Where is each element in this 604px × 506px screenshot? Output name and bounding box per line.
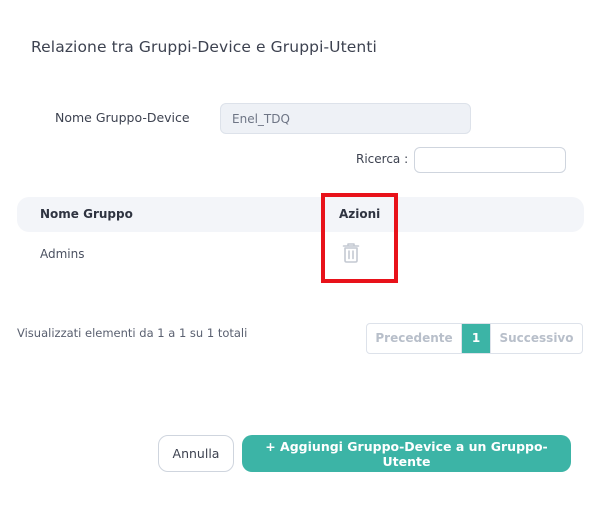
table-header: Nome Gruppo Azioni (17, 197, 584, 232)
pagination-next-button[interactable]: Successivo (490, 324, 582, 353)
group-name-cell: Admins (40, 247, 85, 261)
search-label: Ricerca : (356, 152, 409, 166)
pagination-page-1[interactable]: 1 (462, 324, 490, 353)
device-group-label: Nome Gruppo-Device (55, 110, 190, 125)
column-header-actions: Azioni (339, 207, 381, 221)
search-input[interactable] (414, 147, 566, 173)
pagination: Precedente 1 Successivo (366, 323, 583, 354)
table-row: Admins (17, 235, 584, 275)
relation-dialog: Relazione tra Gruppi-Device e Gruppi-Ute… (0, 0, 604, 506)
add-device-group-to-user-group-button[interactable]: + Aggiungi Gruppo-Device a un Gruppo-Ute… (242, 435, 571, 472)
column-header-group-name: Nome Gruppo (40, 207, 133, 221)
delete-group-button[interactable] (340, 241, 362, 265)
cancel-button[interactable]: Annulla (158, 435, 234, 472)
device-group-input[interactable] (220, 103, 471, 134)
dialog-title: Relazione tra Gruppi-Device e Gruppi-Ute… (31, 38, 377, 56)
pagination-previous-button[interactable]: Precedente (367, 324, 462, 353)
pagination-info: Visualizzati elementi da 1 a 1 su 1 tota… (17, 326, 248, 340)
trash-icon (342, 243, 360, 263)
